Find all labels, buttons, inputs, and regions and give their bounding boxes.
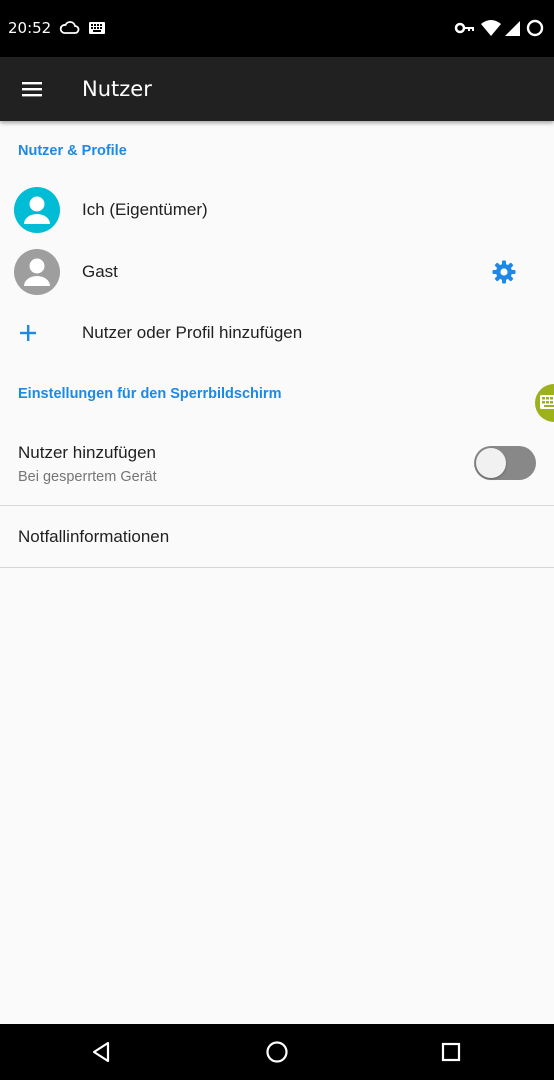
toggle-knob — [476, 448, 506, 478]
lockscreen-section-header: Einstellungen für den Sperrbildschirm — [18, 386, 282, 402]
keyboard-icon — [540, 395, 554, 409]
avatar-owner — [14, 187, 60, 233]
emergency-info-row[interactable]: Notfallinformationen — [0, 506, 554, 567]
status-bar: 20:52 — [0, 0, 554, 57]
recents-icon[interactable] — [437, 1038, 465, 1066]
signal-icon — [505, 21, 520, 36]
home-icon[interactable] — [263, 1038, 291, 1066]
person-icon — [24, 258, 50, 286]
navigation-bar — [0, 1024, 554, 1080]
vpn-key-icon — [454, 22, 474, 34]
cloud-icon — [59, 21, 80, 34]
page-title: Nutzer — [82, 77, 152, 101]
plus-icon — [20, 325, 36, 341]
add-users-lockscreen-row[interactable]: Nutzer hinzufügen Bei gesperrtem Gerät — [0, 430, 554, 504]
user-row-owner[interactable]: Ich (Eigentümer) — [0, 180, 554, 240]
add-users-lockscreen-title: Nutzer hinzufügen — [18, 443, 156, 462]
status-time: 20:52 — [8, 19, 52, 37]
user-row-guest[interactable]: Gast — [0, 242, 554, 302]
add-user-label: Nutzer oder Profil hinzufügen — [82, 323, 303, 342]
data-saver-icon — [526, 19, 544, 37]
users-section-header: Nutzer & Profile — [18, 143, 127, 159]
keyboard-icon — [89, 22, 105, 34]
menu-icon[interactable] — [16, 73, 48, 105]
add-users-lockscreen-summary: Bei gesperrtem Gerät — [18, 469, 157, 485]
floating-keyboard-bubble[interactable] — [535, 384, 554, 422]
add-user-row[interactable]: Nutzer oder Profil hinzufügen — [0, 304, 554, 362]
gear-icon[interactable] — [490, 258, 518, 286]
add-users-toggle[interactable] — [474, 444, 536, 482]
person-icon — [24, 196, 50, 224]
user-label-guest: Gast — [82, 262, 118, 281]
avatar-guest — [14, 249, 60, 295]
wifi-icon — [481, 20, 501, 36]
divider — [0, 567, 554, 568]
user-label-owner: Ich (Eigentümer) — [82, 200, 208, 219]
back-icon[interactable] — [88, 1038, 116, 1066]
app-toolbar: Nutzer — [0, 57, 554, 121]
emergency-info-label: Notfallinformationen — [18, 527, 170, 546]
